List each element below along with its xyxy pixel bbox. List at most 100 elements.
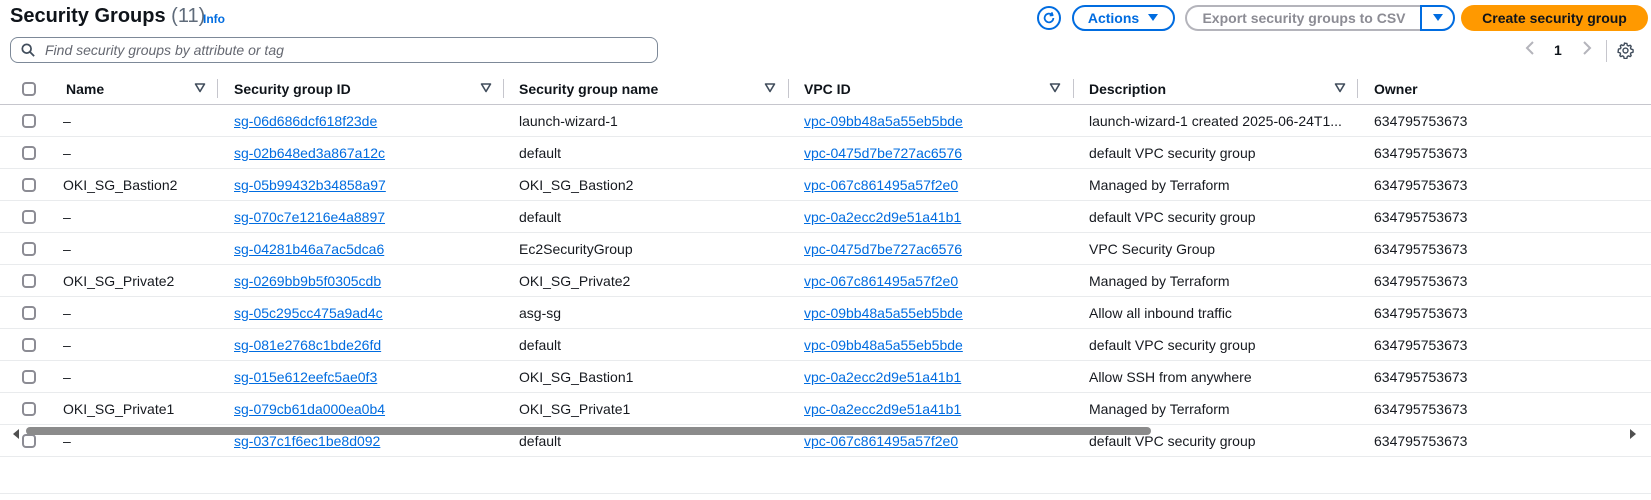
security-group-id-link[interactable]: sg-02b648ed3a867a12c [234, 145, 385, 161]
security-group-id-link[interactable]: sg-06d686dcf618f23de [234, 113, 377, 129]
vpc-id-link[interactable]: vpc-09bb48a5a55eb5bde [804, 305, 963, 321]
security-group-id-link[interactable]: sg-079cb61da000ea0b4 [234, 401, 385, 417]
table-row[interactable]: – sg-04281b46a7ac5dca6 Ec2SecurityGroup vpc… [0, 233, 1651, 265]
table-settings-button[interactable] [1617, 42, 1634, 64]
row-checkbox[interactable] [22, 337, 36, 352]
security-group-id-link[interactable]: sg-015e612eefc5ae0f3 [234, 369, 377, 385]
row-checkbox[interactable] [22, 369, 36, 384]
pagination-page-1[interactable]: 1 [1554, 42, 1562, 58]
export-dropdown-button[interactable] [1420, 5, 1455, 31]
caret-down-icon[interactable] [1334, 82, 1346, 94]
cell-sg-name: OKI_SG_Private2 [519, 272, 631, 289]
cell-owner: 634795753673 [1374, 304, 1468, 321]
cell-owner: 634795753673 [1374, 272, 1468, 289]
pagination-next-button[interactable] [1582, 40, 1592, 61]
cell-vpc-id: vpc-067c861495a57f2e0 [804, 265, 1064, 296]
select-all-checkbox[interactable] [22, 81, 36, 96]
table-row[interactable]: OKI_SG_Private1 sg-079cb61da000ea0b4 OKI_S… [0, 393, 1651, 425]
cell-vpc-id: vpc-09bb48a5a55eb5bde [804, 329, 1064, 360]
row-checkbox[interactable] [22, 273, 36, 288]
row-checkbox[interactable] [22, 241, 36, 256]
column-header-description[interactable]: Description [1089, 73, 1325, 104]
vpc-id-link[interactable]: vpc-0a2ecc2d9e51a41b1 [804, 369, 961, 385]
security-group-id-link[interactable]: sg-081e2768c1bde26fd [234, 337, 381, 353]
security-group-id-link[interactable]: sg-070c7e1216e4a8897 [234, 209, 385, 225]
row-checkbox[interactable] [22, 305, 36, 320]
vpc-id-link[interactable]: vpc-067c861495a57f2e0 [804, 273, 958, 289]
table-row[interactable]: – sg-06d686dcf618f23de launch-wizard-1 vpc-… [0, 105, 1651, 137]
cell-name: – [63, 304, 71, 321]
table-row[interactable]: – sg-070c7e1216e4a8897 default vpc-0a2ecc2d… [0, 201, 1651, 233]
column-resizer[interactable] [1357, 79, 1358, 98]
table-row[interactable]: OKI_SG_Bastion2 sg-05b99432b34858a97 OKI_S… [0, 169, 1651, 201]
cell-sg-id: sg-070c7e1216e4a8897 [234, 201, 494, 232]
column-resizer[interactable] [788, 79, 789, 98]
vpc-id-link[interactable]: vpc-067c861495a57f2e0 [804, 177, 958, 193]
cell-sg-id: sg-06d686dcf618f23de [234, 105, 494, 136]
scroll-right-arrow[interactable] [1629, 426, 1637, 444]
cell-sg-name: asg-sg [519, 304, 562, 321]
cell-sg-name: Ec2SecurityGroup [519, 240, 633, 257]
table-row[interactable]: OKI_SG_Private2 sg-0269bb9b5f0305cdb OKI_S… [0, 265, 1651, 297]
vpc-id-link[interactable]: vpc-0475d7be727ac6576 [804, 145, 962, 161]
cell-owner: 634795753673 [1374, 368, 1468, 385]
search-field[interactable] [10, 37, 658, 63]
table-row[interactable]: – sg-081e2768c1bde26fd default vpc-09bb48a5… [0, 329, 1651, 361]
export-csv-button[interactable]: Export security groups to CSV [1185, 5, 1421, 31]
row-checkbox[interactable] [22, 177, 36, 192]
security-group-id-link[interactable]: sg-05b99432b34858a97 [234, 177, 386, 193]
table-header-row: Name Security group ID Security group na… [0, 73, 1651, 105]
cell-owner: 634795753673 [1374, 400, 1468, 417]
caret-down-icon[interactable] [194, 82, 206, 94]
column-header-name[interactable]: Name [66, 73, 231, 104]
table-row[interactable]: – sg-05c295cc475a9ad4c asg-sg vpc-09bb48a5a… [0, 297, 1651, 329]
row-checkbox[interactable] [22, 113, 36, 128]
refresh-button[interactable] [1037, 6, 1061, 30]
row-checkbox[interactable] [22, 209, 36, 224]
caret-down-icon[interactable] [764, 82, 776, 94]
column-resizer[interactable] [1073, 79, 1074, 98]
row-select-cell [22, 201, 42, 232]
column-resizer[interactable] [217, 79, 218, 98]
caret-down-icon[interactable] [1049, 82, 1061, 94]
vpc-id-link[interactable]: vpc-09bb48a5a55eb5bde [804, 113, 963, 129]
column-header-sg-id[interactable]: Security group ID [234, 73, 514, 104]
security-group-id-link[interactable]: sg-04281b46a7ac5dca6 [234, 241, 384, 257]
create-security-group-button[interactable]: Create security group [1461, 5, 1648, 31]
horizontal-scrollbar-thumb[interactable] [26, 427, 1151, 435]
search-input[interactable] [43, 41, 647, 59]
table-row[interactable]: – sg-02b648ed3a867a12c default vpc-0475d7be… [0, 137, 1651, 169]
cell-description: Managed by Terraform [1089, 176, 1230, 193]
scroll-left-arrow[interactable] [12, 426, 20, 444]
column-resizer[interactable] [503, 79, 504, 98]
page-title-text: Security Groups [10, 5, 166, 27]
row-checkbox[interactable] [22, 145, 36, 160]
caret-down-icon[interactable] [480, 82, 492, 94]
actions-button[interactable]: Actions [1072, 5, 1175, 31]
vpc-id-link[interactable]: vpc-09bb48a5a55eb5bde [804, 337, 963, 353]
pagination-prev-button[interactable] [1525, 40, 1535, 61]
column-header-sg-name[interactable]: Security group name [519, 73, 799, 104]
vpc-id-link[interactable]: vpc-0475d7be727ac6576 [804, 241, 962, 257]
cell-sg-name: default [519, 336, 562, 353]
info-link[interactable]: Info [203, 12, 225, 26]
security-group-id-link[interactable]: sg-0269bb9b5f0305cdb [234, 273, 381, 289]
vpc-id-link[interactable]: vpc-0a2ecc2d9e51a41b1 [804, 209, 961, 225]
security-group-id-link[interactable]: sg-05c295cc475a9ad4c [234, 305, 383, 321]
cell-sg-name: launch-wizard-1 [519, 112, 618, 129]
caret-down-icon [1432, 14, 1443, 21]
row-checkbox[interactable] [22, 433, 36, 448]
row-select-cell [22, 169, 42, 200]
row-checkbox[interactable] [22, 401, 36, 416]
cell-vpc-id: vpc-09bb48a5a55eb5bde [804, 297, 1064, 328]
cell-sg-id: sg-04281b46a7ac5dca6 [234, 233, 494, 264]
cell-sg-name: default [519, 144, 562, 161]
vpc-id-link[interactable]: vpc-0a2ecc2d9e51a41b1 [804, 401, 961, 417]
column-header-vpc-id[interactable]: VPC ID [804, 73, 1084, 104]
cell-vpc-id: vpc-0475d7be727ac6576 [804, 137, 1064, 168]
cell-vpc-id: vpc-09bb48a5a55eb5bde [804, 105, 1064, 136]
cell-vpc-id: vpc-067c861495a57f2e0 [804, 169, 1064, 200]
cell-name: OKI_SG_Private2 [63, 272, 175, 289]
table-row[interactable]: – sg-015e612eefc5ae0f3 OKI_SG_Bastion1 vpc-… [0, 361, 1651, 393]
column-header-owner[interactable]: Owner [1374, 73, 1574, 104]
